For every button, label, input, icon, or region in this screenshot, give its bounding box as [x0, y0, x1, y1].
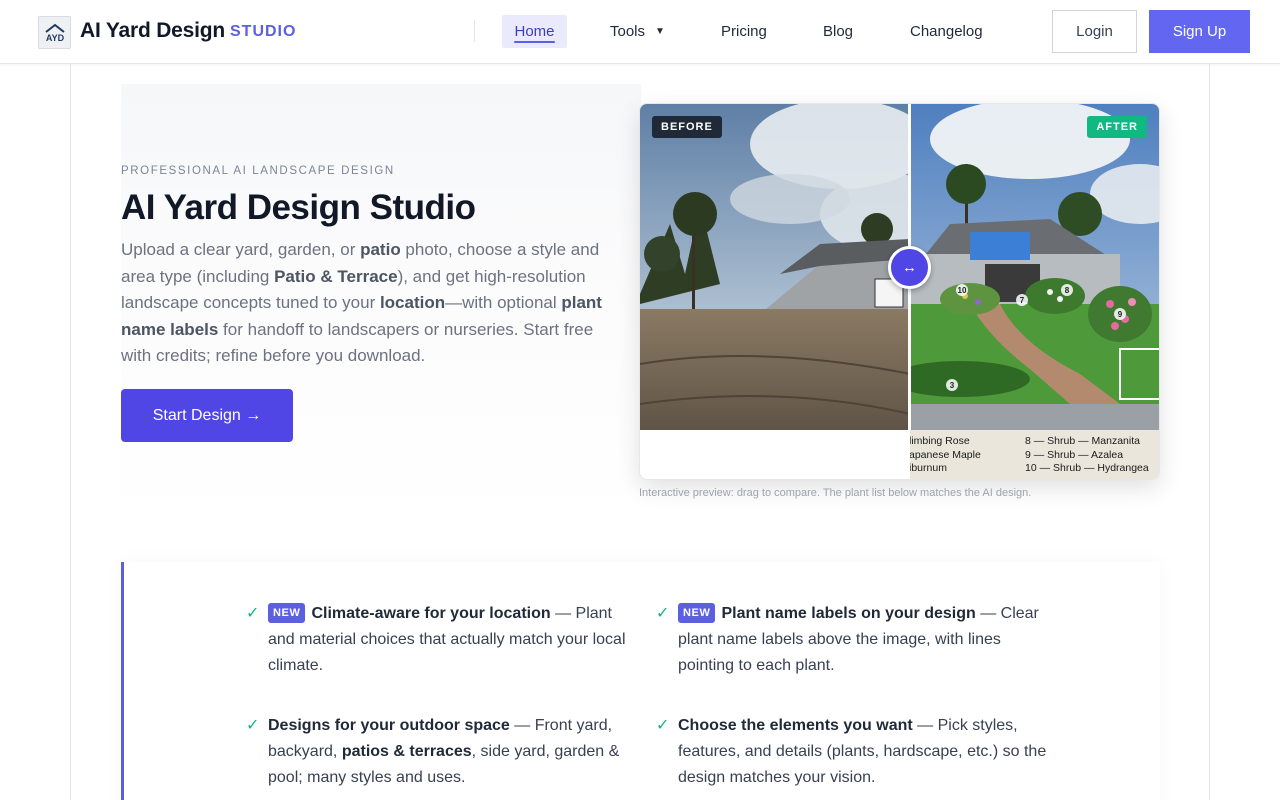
drag-handle-arrows-icon[interactable]: ↔: [888, 246, 931, 289]
legend-entry: apanese Maple: [910, 448, 981, 461]
nav-tools-label: Tools: [610, 23, 646, 40]
active-indicator: [514, 41, 555, 43]
before-badge: BEFORE: [652, 116, 722, 138]
hero-description: Upload a clear yard, garden, or patio ph…: [121, 237, 611, 370]
legend-entry: iburnum: [910, 462, 947, 474]
legend-entry: 8 — Shrub — Manzanita: [1025, 435, 1140, 447]
top-navbar: AYD AI Yard Design STUDIO Home Tools ▼ P…: [0, 0, 1280, 64]
nav-tools-dropdown[interactable]: Tools ▼: [610, 15, 665, 48]
desc-text: —with optional: [445, 293, 562, 312]
legend-entry: limbing Rose: [910, 435, 970, 447]
legend-entry: 10 — Shrub — Hydrangea: [1025, 462, 1149, 474]
feature-bold: patios & terraces: [341, 742, 472, 760]
before-after-compare[interactable]: 10 7 8 9 3 limbing Rose apanese Maple ib…: [639, 103, 1160, 480]
marker-7: 7: [1020, 296, 1025, 305]
feature-title: Designs for your outdoor space: [268, 717, 510, 734]
check-icon: ✓: [246, 717, 260, 734]
chevron-down-icon: ▼: [655, 26, 665, 37]
after-image: 10 7 8 9 3: [910, 104, 1159, 430]
start-design-button[interactable]: Start Design →: [121, 389, 293, 442]
hero-title: AI Yard Design Studio: [121, 188, 476, 227]
hero-eyebrow: PROFESSIONAL AI LANDSCAPE DESIGN: [121, 165, 395, 177]
desc-bold-patio: patio: [360, 240, 401, 259]
nav-blog-link[interactable]: Blog: [823, 15, 853, 48]
legend-column-left: limbing Rose apanese Maple iburnum: [910, 435, 981, 476]
feature-title: Choose the elements you want: [678, 717, 913, 734]
signup-button[interactable]: Sign Up: [1149, 10, 1250, 53]
marker-8: 8: [1065, 286, 1070, 295]
feature-title: Plant name labels on your design: [721, 605, 976, 622]
check-icon: ✓: [656, 605, 670, 622]
brand-logo[interactable]: AYD: [38, 16, 71, 49]
legend-entry: 9 — Shrub — Azalea: [1025, 448, 1124, 461]
check-icon: ✓: [246, 605, 260, 622]
plant-legend: limbing Rose apanese Maple iburnum 8 — S…: [910, 430, 1159, 479]
feature-plant-labels: ✓ NEW Plant name labels on your design — …: [656, 601, 1053, 678]
marker-3: 3: [950, 381, 955, 390]
feature-title: Climate-aware for your location: [311, 605, 551, 622]
nav-home-label: Home: [514, 23, 555, 40]
preview-caption: Interactive preview: drag to compare. Th…: [639, 487, 1032, 499]
house-logo-icon: AYD: [44, 23, 65, 43]
marker-10: 10: [958, 286, 967, 295]
new-badge: NEW: [678, 603, 716, 623]
feature-outdoor-space: ✓ Designs for your outdoor space — Front…: [246, 713, 643, 790]
nav-divider: [474, 20, 475, 42]
feature-climate-aware: ✓ NEW Climate-aware for your location — P…: [246, 601, 643, 678]
features-panel: ✓ NEW Climate-aware for your location — P…: [121, 562, 1160, 800]
after-badge: AFTER: [1087, 116, 1147, 138]
nav-home-link[interactable]: Home: [502, 15, 567, 48]
brand-name[interactable]: AI Yard Design: [80, 19, 225, 43]
feature-choose-elements: ✓ Choose the elements you want — Pick st…: [656, 713, 1053, 790]
legend-column-right: 8 — Shrub — Manzanita 9 — Shrub — Azalea…: [1025, 435, 1149, 476]
marker-9: 9: [1118, 310, 1123, 319]
nav-pricing-link[interactable]: Pricing: [721, 15, 767, 48]
desc-text: Upload a clear yard, garden, or: [121, 240, 361, 259]
desc-bold-patio-terrace: Patio & Terrace: [274, 266, 398, 286]
login-button[interactable]: Login: [1052, 10, 1137, 53]
brand-suffix: STUDIO: [230, 23, 297, 40]
new-badge: NEW: [268, 603, 306, 623]
desc-bold-location: location: [379, 293, 446, 312]
nav-changelog-link[interactable]: Changelog: [910, 15, 983, 48]
logo-text: AYD: [45, 33, 64, 43]
before-image: [640, 104, 910, 430]
check-icon: ✓: [656, 717, 670, 734]
